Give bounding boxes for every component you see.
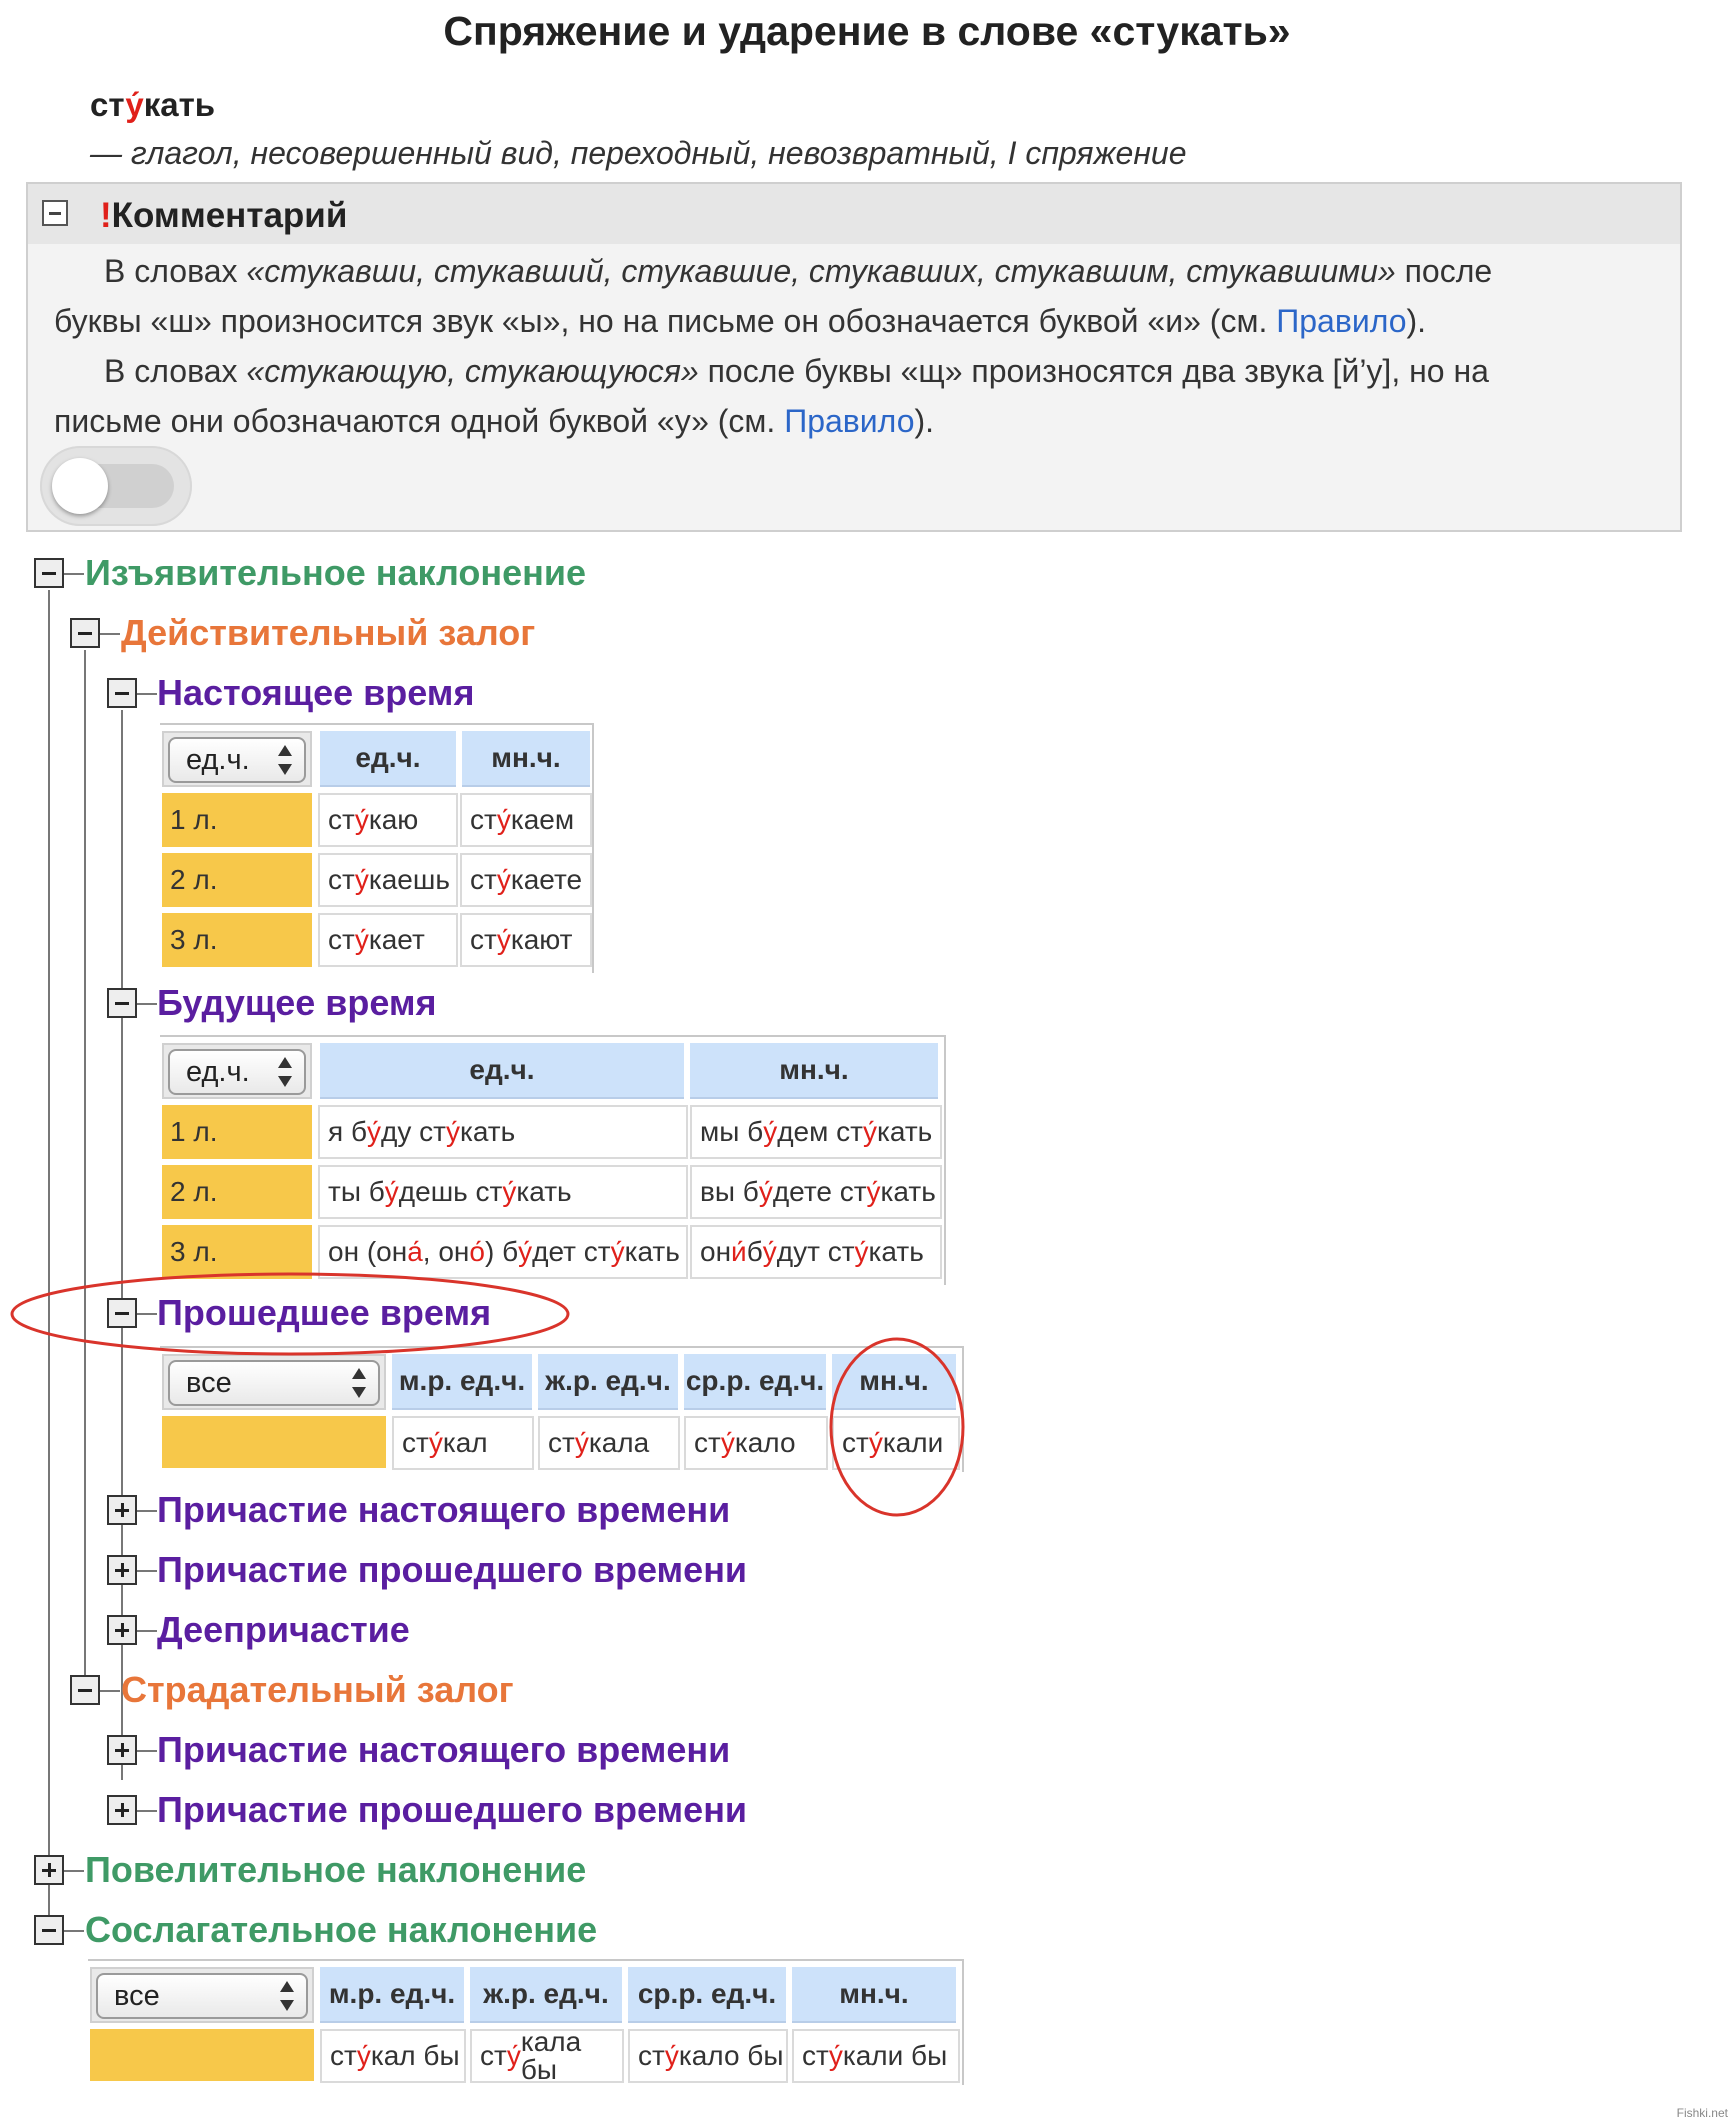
watermark: Fishki.net (1676, 2106, 1728, 2120)
annotation-overlay (10, 1272, 965, 1517)
plural-annotation-ellipse (829, 1337, 965, 1517)
past-tense-annotation-ellipse (10, 1272, 570, 1356)
